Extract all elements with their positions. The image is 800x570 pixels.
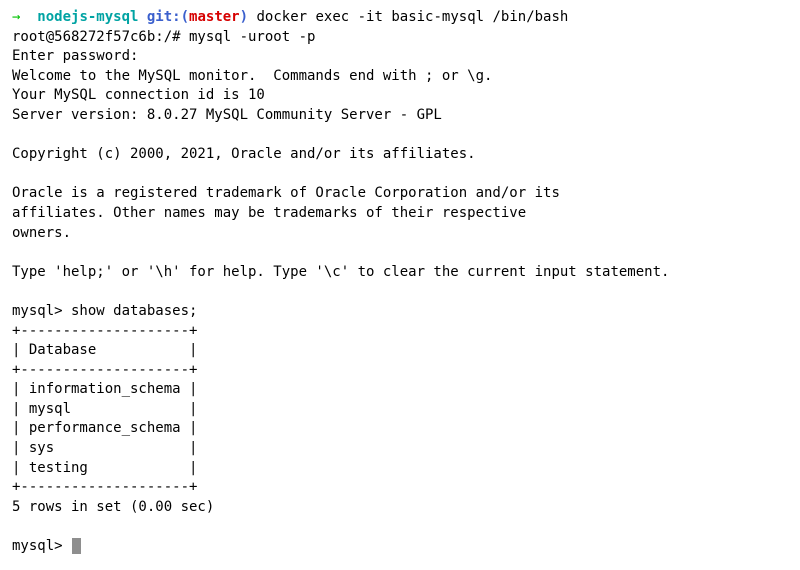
shell-prompt-line: → nodejs-mysql git:(master) docker exec … <box>12 8 788 28</box>
trademark-line-2: affiliates. Other names may be trademark… <box>12 204 788 224</box>
blank-line <box>12 126 788 146</box>
rows-summary: 5 rows in set (0.00 sec) <box>12 498 788 518</box>
prompt-dir: nodejs-mysql <box>37 9 138 25</box>
cursor-icon <box>72 538 81 554</box>
blank-line <box>12 243 788 263</box>
help-line: Type 'help;' or '\h' for help. Type '\c'… <box>12 263 788 283</box>
table-border-mid: +--------------------+ <box>12 361 788 381</box>
copyright-line: Copyright (c) 2000, 2021, Oracle and/or … <box>12 145 788 165</box>
container-prompt-line: root@568272f57c6b:/# mysql -uroot -p <box>12 28 788 48</box>
trademark-line-3: owners. <box>12 224 788 244</box>
welcome-line: Welcome to the MySQL monitor. Commands e… <box>12 67 788 87</box>
blank-line <box>12 517 788 537</box>
table-row: | sys | <box>12 439 788 459</box>
blank-line <box>12 165 788 185</box>
table-border-bottom: +--------------------+ <box>12 478 788 498</box>
git-prefix: git:( <box>138 9 189 25</box>
mysql-prompt-text: mysql> <box>12 538 71 554</box>
terminal-output[interactable]: → nodejs-mysql git:(master) docker exec … <box>12 8 788 557</box>
blank-line <box>12 282 788 302</box>
table-header: | Database | <box>12 341 788 361</box>
table-row: | performance_schema | <box>12 419 788 439</box>
git-branch: master <box>189 9 240 25</box>
prompt-arrow-icon: → <box>12 9 37 25</box>
docker-command: docker exec -it basic-mysql /bin/bash <box>248 9 568 25</box>
password-prompt: Enter password: <box>12 47 788 67</box>
mysql-command-line: mysql> show databases; <box>12 302 788 322</box>
connection-id-line: Your MySQL connection id is 10 <box>12 86 788 106</box>
table-row: | information_schema | <box>12 380 788 400</box>
table-row: | mysql | <box>12 400 788 420</box>
mysql-prompt[interactable]: mysql> <box>12 537 788 557</box>
trademark-line-1: Oracle is a registered trademark of Orac… <box>12 184 788 204</box>
server-version-line: Server version: 8.0.27 MySQL Community S… <box>12 106 788 126</box>
table-border-top: +--------------------+ <box>12 322 788 342</box>
git-suffix: ) <box>240 9 248 25</box>
table-row: | testing | <box>12 459 788 479</box>
